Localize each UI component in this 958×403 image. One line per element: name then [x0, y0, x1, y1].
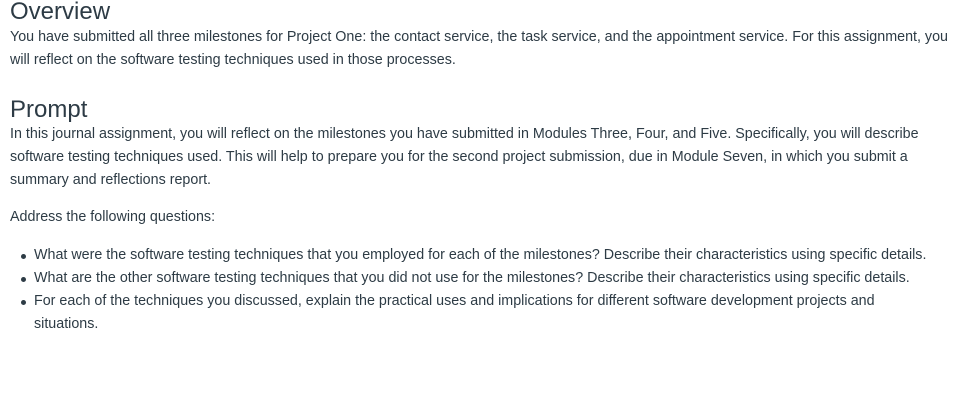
list-item: What are the other software testing tech… [21, 267, 948, 290]
overview-text: You have submitted all three milestones … [10, 29, 948, 68]
prompt-heading: Prompt [10, 96, 88, 123]
question-text: For each of the techniques you discussed… [34, 293, 875, 332]
list-item: What were the software testing technique… [21, 244, 948, 267]
overview-heading: Overview [10, 0, 111, 25]
bullet-icon [21, 277, 26, 282]
prompt-text: In this journal assignment, you will ref… [10, 126, 919, 188]
assignment-page: Overview You have submitted all three mi… [0, 0, 958, 402]
list-item: For each of the techniques you discussed… [21, 290, 948, 336]
bullet-icon [21, 254, 26, 259]
question-text: What were the software testing technique… [34, 247, 927, 263]
question-text: What are the other software testing tech… [34, 270, 910, 286]
bullet-icon [21, 300, 26, 305]
questions-list: What were the software testing technique… [10, 244, 948, 336]
address-questions-text: Address the following questions: [10, 209, 216, 225]
